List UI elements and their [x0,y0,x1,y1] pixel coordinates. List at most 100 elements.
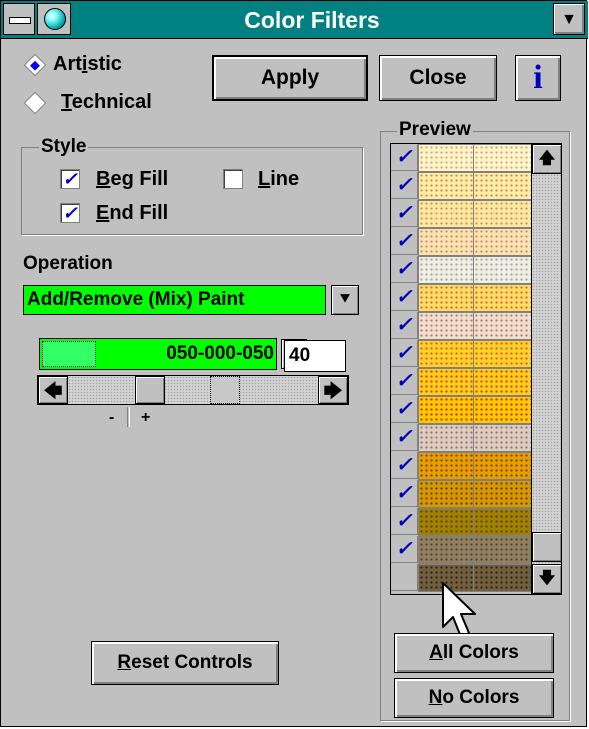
swatch-checkbox[interactable]: ✓ [391,452,418,479]
beg-fill-label[interactable]: Beg Fill [96,168,168,191]
swatch-checkbox[interactable] [391,564,418,591]
swatch-row[interactable]: ✓ [391,452,532,480]
swatch-begin-color [418,284,475,312]
info-icon: i [533,59,543,96]
swatch-row[interactable]: ✓ [391,396,532,424]
arrow-up-icon: 🡅 [538,150,556,167]
swatch-end-color [473,340,532,368]
swatch-row[interactable]: ✓ [391,424,532,452]
chevron-down-icon: ⯆ [338,291,352,308]
slider-plus-label: + [141,409,151,426]
swatch-row[interactable]: ✓ [391,508,532,536]
line-label[interactable]: Line [258,168,299,191]
no-colors-button[interactable]: No Colors [394,678,554,718]
swatch-begin-color [418,312,475,340]
swatch-end-color [473,452,532,480]
swatch-begin-color [418,508,475,536]
slider-right-button[interactable]: 🡆 [318,376,348,404]
swatch-begin-color [418,424,475,452]
amount-slider[interactable]: 🡄 🡆 [37,375,349,405]
color-value-select[interactable]: 050-000-050 [39,338,277,370]
system-menu-icon[interactable] [3,3,35,35]
slider-center-tick [127,407,130,427]
swatch-begin-color [418,368,475,396]
line-checkbox[interactable] [223,169,243,189]
swatch-checkbox[interactable]: ✓ [391,256,418,283]
swatch-end-color [473,536,532,564]
swatch-begin-color [418,172,475,200]
swatch-checkbox[interactable]: ✓ [391,144,418,171]
color-chip [42,341,96,367]
slider-left-button[interactable]: 🡄 [38,376,68,404]
swatch-checkbox[interactable]: ✓ [391,200,418,227]
window-title: Color Filters [244,7,380,33]
slider-minus-label: - [109,409,115,426]
swatch-row[interactable]: ✓ [391,172,532,200]
swatch-row[interactable]: ✓ [391,368,532,396]
swatch-checkbox[interactable]: ✓ [391,396,418,423]
swatch-row[interactable]: ✓ [391,284,532,312]
technical-label[interactable]: Technical [61,91,152,114]
close-button[interactable]: Close [379,55,497,101]
operation-select[interactable]: Add/Remove (Mix) Paint [23,285,326,315]
swatch-checkbox[interactable]: ✓ [391,368,418,395]
apply-button[interactable]: Apply [212,55,368,101]
swatch-checkbox[interactable]: ✓ [391,228,418,255]
swatch-checkbox[interactable]: ✓ [391,424,418,451]
swatch-list: ✓ ✓ ✓ ✓ ✓ ✓ ✓ ✓ ✓ ✓ ✓ ✓ ✓ ✓ ✓ [391,144,532,594]
swatch-end-color [473,256,532,284]
swatch-checkbox[interactable]: ✓ [391,536,418,563]
swatch-row[interactable]: ✓ [391,228,532,256]
chevron-down-icon: ▼ [561,11,577,28]
swatch-begin-color [418,396,475,424]
swatch-row[interactable]: ✓ [391,480,532,508]
swatch-begin-color [418,340,475,368]
swatch-checkbox[interactable]: ✓ [391,480,418,507]
swatch-checkbox[interactable]: ✓ [391,172,418,199]
reset-controls-button[interactable]: Reset Controls [91,641,279,685]
info-button[interactable]: i [515,55,561,101]
artistic-label[interactable]: Artistic [53,53,122,76]
swatch-row[interactable]: ✓ [391,340,532,368]
style-group-label: Style [39,136,89,158]
scroll-up-button[interactable]: 🡅 [532,144,562,174]
amount-input[interactable]: 40 [284,340,346,372]
swatch-end-color [473,396,532,424]
gem-app-icon[interactable] [37,3,71,35]
scroll-down-button[interactable]: 🡇 [532,564,562,594]
window-menu-button[interactable]: ▼ [553,3,585,35]
swatch-end-color [473,508,532,536]
swatch-row[interactable]: ✓ [391,536,532,564]
scroll-thumb[interactable] [532,532,562,562]
swatch-begin-color [418,480,475,508]
swatch-end-color [473,368,532,396]
operation-dropdown-button[interactable]: ⯆ [331,285,359,315]
swatch-row[interactable]: ✓ [391,200,532,228]
all-colors-button[interactable]: All Colors [394,633,554,673]
swatch-end-color [473,144,532,172]
end-fill-label[interactable]: End Fill [96,202,168,225]
title-bar[interactable]: Color Filters ▼ [1,1,588,39]
swatch-checkbox[interactable]: ✓ [391,312,418,339]
arrow-down-icon: 🡇 [538,570,556,587]
swatch-end-color [473,312,532,340]
slider-secondary-thumb[interactable] [210,376,240,404]
artistic-radio[interactable] [23,53,47,77]
beg-fill-checkbox[interactable]: ✓ [60,169,80,189]
swatch-checkbox[interactable]: ✓ [391,284,418,311]
swatch-row[interactable]: ✓ [391,312,532,340]
swatch-begin-color [418,144,475,172]
swatch-checkbox[interactable]: ✓ [391,340,418,367]
swatch-end-color [473,228,532,256]
slider-thumb[interactable] [135,376,165,404]
swatch-end-color [473,284,532,312]
swatch-row[interactable]: ✓ [391,144,532,172]
swatch-row[interactable]: ✓ [391,256,532,284]
arrow-left-icon: 🡄 [43,381,63,401]
swatch-checkbox[interactable]: ✓ [391,508,418,535]
color-filters-window: Color Filters ▼ Artistic Technical Apply… [0,0,588,727]
preview-scrollbar[interactable]: 🡅 🡇 [531,144,562,594]
preview-list[interactable]: ✓ ✓ ✓ ✓ ✓ ✓ ✓ ✓ ✓ ✓ ✓ ✓ ✓ ✓ ✓ 🡅 🡇 [390,143,562,595]
technical-radio[interactable] [23,91,47,115]
end-fill-checkbox[interactable]: ✓ [60,203,80,223]
